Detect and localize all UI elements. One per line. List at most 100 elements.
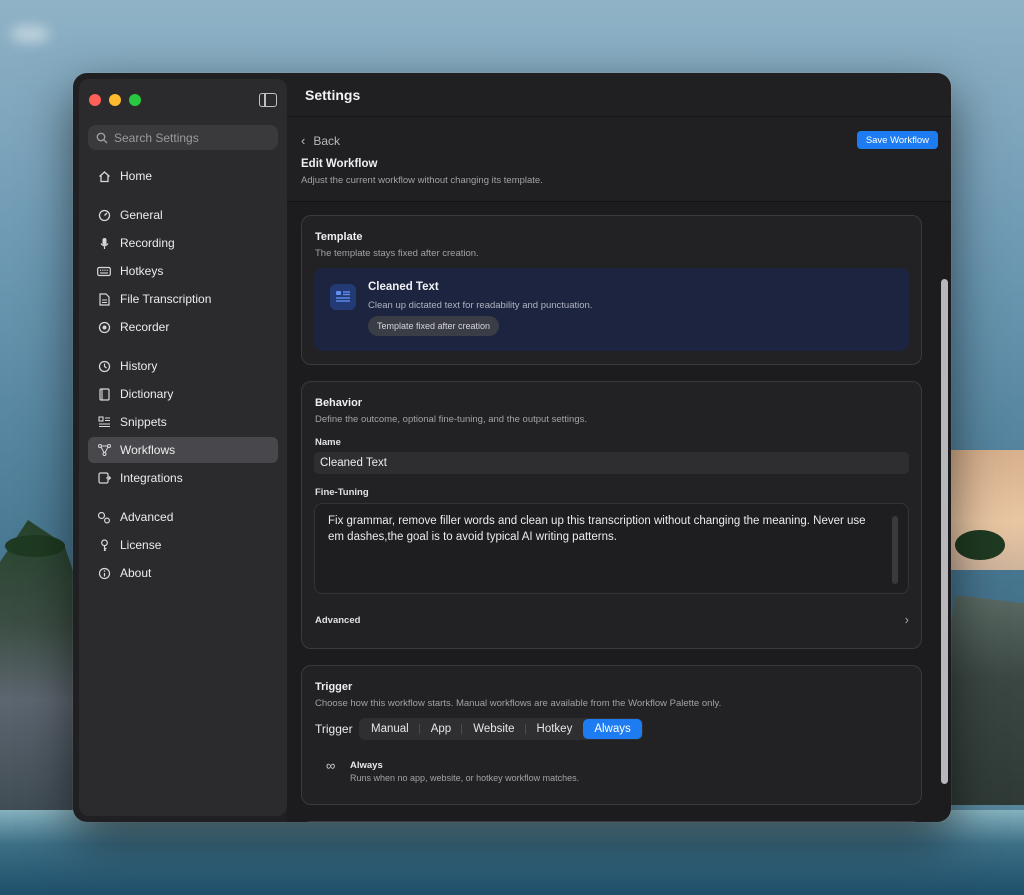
sidebar-item-label: History: [120, 359, 158, 373]
titlebar: Settings: [287, 73, 951, 117]
sidebar-item-label: About: [120, 566, 152, 580]
zoom-window-button[interactable]: [129, 94, 141, 106]
sidebar-item-dictionary[interactable]: Dictionary: [88, 381, 278, 407]
name-label: Name: [315, 437, 341, 448]
advanced-row[interactable]: Advanced: [315, 615, 360, 626]
sidebar-item-file-transcription[interactable]: File Transcription: [88, 286, 278, 312]
key-icon: [97, 538, 111, 552]
sidebar-item-label: Advanced: [120, 510, 174, 524]
sidebar-item-integrations[interactable]: Integrations: [88, 465, 278, 491]
keyboard-icon: [97, 264, 111, 278]
sidebar-toggle-icon[interactable]: [259, 93, 277, 107]
trigger-label: Trigger: [315, 722, 353, 736]
template-info-box: Cleaned Text Clean up dictated text for …: [314, 268, 909, 351]
trigger-selected-description: Runs when no app, website, or hotkey wor…: [350, 773, 580, 783]
workflow-icon: [97, 443, 111, 457]
infinity-icon: ∞: [326, 758, 336, 773]
sidebar-item-label: Home: [120, 169, 153, 183]
trigger-option-always[interactable]: Always: [583, 719, 642, 739]
template-card-title: Template: [315, 231, 363, 243]
save-workflow-button[interactable]: Save Workflow: [856, 131, 938, 149]
microphone-icon: [97, 236, 111, 250]
template-name: Cleaned Text: [368, 281, 439, 293]
fine-tuning-label: Fine-Tuning: [315, 487, 369, 498]
sidebar-item-snippets[interactable]: Snippets: [88, 409, 278, 435]
info-icon: [97, 566, 111, 580]
sidebar: Search Settings Home General Recording H…: [79, 79, 287, 816]
record-icon: [97, 320, 111, 334]
sidebar-item-label: Recorder: [120, 320, 170, 334]
trigger-card-title: Trigger: [315, 681, 353, 693]
sidebar-item-label: Recording: [120, 236, 175, 250]
fine-tuning-textarea[interactable]: Fix grammar, remove filler words and cle…: [314, 503, 909, 594]
trigger-option-manual[interactable]: Manual: [360, 719, 420, 739]
sidebar-item-recorder[interactable]: Recorder: [88, 314, 278, 340]
sidebar-item-workflows[interactable]: Workflows: [88, 437, 278, 463]
sidebar-item-label: Hotkeys: [120, 264, 164, 278]
sidebar-item-home[interactable]: Home: [88, 163, 278, 189]
trigger-card: Trigger Choose how this workflow starts.…: [301, 665, 922, 805]
fine-tuning-text: Fix grammar, remove filler words and cle…: [328, 515, 866, 543]
search-icon: [96, 132, 108, 143]
close-window-button[interactable]: [89, 94, 101, 106]
next-card: [301, 821, 922, 822]
behavior-card: Behavior Define the outcome, optional fi…: [301, 381, 922, 649]
trigger-card-subtitle: Choose how this workflow starts. Manual …: [315, 698, 722, 709]
gears-icon: [97, 510, 111, 524]
chevron-left-icon: ‹: [301, 133, 306, 148]
sidebar-item-label: General: [120, 208, 163, 222]
template-card-subtitle: The template stays fixed after creation.: [315, 248, 479, 259]
hut: [948, 595, 1024, 805]
sidebar-item-advanced[interactable]: Advanced: [88, 504, 278, 530]
search-input[interactable]: Search Settings: [88, 125, 278, 150]
sea: [0, 810, 1024, 895]
trigger-selected-title: Always: [350, 760, 383, 771]
book-icon: [97, 387, 111, 401]
trigger-segmented-control: Manual App Website Hotkey Always: [359, 718, 643, 740]
behavior-card-title: Behavior: [315, 397, 363, 409]
text-document-icon: [330, 284, 356, 310]
trigger-option-hotkey[interactable]: Hotkey: [526, 719, 584, 739]
back-label: Back: [313, 133, 341, 148]
text-snippet-icon: [97, 415, 111, 429]
sidebar-item-hotkeys[interactable]: Hotkeys: [88, 258, 278, 284]
gauge-icon: [97, 208, 111, 222]
sidebar-item-label: Dictionary: [120, 387, 174, 401]
template-card: Template The template stays fixed after …: [301, 215, 922, 365]
sidebar-item-label: Workflows: [120, 443, 176, 457]
template-description: Clean up dictated text for readability a…: [368, 300, 593, 311]
sidebar-item-about[interactable]: About: [88, 560, 278, 586]
window-title: Settings: [305, 87, 361, 103]
back-button[interactable]: ‹ Back: [301, 133, 340, 148]
main-panel: Settings ‹ Back Save Workflow Edit Workf…: [287, 73, 951, 822]
settings-content[interactable]: Template The template stays fixed after …: [287, 202, 951, 822]
house-icon: [97, 169, 111, 183]
trigger-option-website[interactable]: Website: [462, 719, 526, 739]
document-icon: [97, 292, 111, 306]
textarea-scrollbar[interactable]: [892, 516, 898, 584]
search-placeholder: Search Settings: [114, 130, 199, 145]
page-subtitle: Adjust the current workflow without chan…: [301, 175, 543, 186]
sidebar-item-general[interactable]: General: [88, 202, 278, 228]
sidebar-item-label: File Transcription: [120, 292, 212, 306]
trigger-option-app[interactable]: App: [420, 719, 463, 739]
sidebar-item-recording[interactable]: Recording: [88, 230, 278, 256]
cloud: [10, 25, 50, 43]
behavior-card-subtitle: Define the outcome, optional fine-tuning…: [315, 414, 587, 425]
sidebar-item-label: Snippets: [120, 415, 167, 429]
clock-icon: [97, 359, 111, 373]
palm-foliage: [955, 530, 1005, 560]
sidebar-item-history[interactable]: History: [88, 353, 278, 379]
cliff: [0, 520, 80, 820]
integration-icon: [97, 471, 111, 485]
palm-foliage: [5, 535, 65, 557]
main-scrollbar[interactable]: [941, 279, 948, 784]
page-title: Edit Workflow: [301, 158, 378, 170]
template-fixed-badge: Template fixed after creation: [368, 316, 500, 336]
sidebar-item-license[interactable]: License: [88, 532, 278, 558]
chevron-right-icon[interactable]: ›: [905, 612, 909, 627]
name-field[interactable]: Cleaned Text: [314, 452, 909, 474]
sidebar-item-label: License: [120, 538, 162, 552]
minimize-window-button[interactable]: [109, 94, 121, 106]
sidebar-item-label: Integrations: [120, 471, 183, 485]
